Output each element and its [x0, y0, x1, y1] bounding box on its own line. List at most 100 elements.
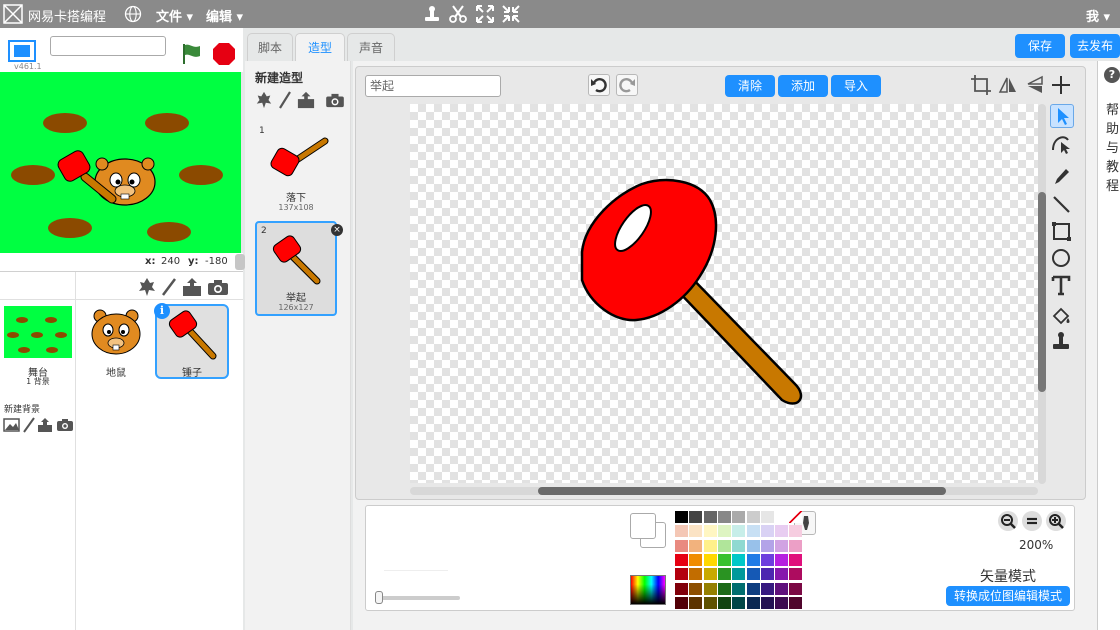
duplicate-stamp-icon[interactable]	[422, 4, 442, 24]
horizontal-scrollbar[interactable]	[410, 487, 1038, 495]
color-swatch[interactable]	[689, 553, 703, 566]
color-swatch[interactable]	[703, 596, 717, 609]
stop-icon[interactable]	[212, 42, 236, 66]
color-swatch[interactable]	[689, 539, 703, 552]
color-swatch[interactable]	[732, 553, 746, 566]
undo-button[interactable]	[588, 74, 610, 96]
color-swatch[interactable]	[675, 568, 688, 581]
backdrop-library-icon[interactable]	[3, 418, 20, 432]
stage-canvas[interactable]	[0, 72, 241, 253]
color-swatch[interactable]	[775, 568, 789, 581]
color-swatch[interactable]	[789, 525, 803, 538]
color-swatch[interactable]	[760, 553, 774, 566]
color-swatch[interactable]	[760, 596, 774, 609]
drawing-canvas[interactable]	[410, 104, 1038, 483]
upload-costume-icon[interactable]	[297, 91, 315, 109]
fill-tool[interactable]	[1050, 306, 1074, 330]
color-swatch[interactable]	[717, 511, 731, 523]
rectangle-tool[interactable]	[1050, 220, 1074, 244]
color-swatch[interactable]	[789, 582, 803, 595]
select-tool[interactable]	[1050, 104, 1074, 128]
color-swatch[interactable]	[703, 525, 717, 538]
delete-costume-icon[interactable]: ×	[331, 224, 343, 236]
primary-color-swatch[interactable]	[630, 513, 656, 539]
convert-to-bitmap-button[interactable]: 转换成位图编辑模式	[946, 586, 1070, 606]
color-swatch[interactable]	[760, 582, 774, 595]
color-swatch[interactable]	[746, 568, 760, 581]
color-swatch[interactable]	[760, 511, 774, 523]
upload-backdrop-icon[interactable]	[37, 417, 53, 433]
horizontal-scroll-thumb[interactable]	[538, 487, 946, 495]
paint-backdrop-icon[interactable]	[22, 417, 36, 433]
tab-costumes[interactable]: 造型	[295, 33, 345, 61]
stroke-width-handle[interactable]	[375, 591, 383, 604]
sprite-tile-mole[interactable]: 地鼠	[80, 304, 152, 379]
color-swatch[interactable]	[732, 568, 746, 581]
color-swatch[interactable]	[717, 553, 731, 566]
color-swatch[interactable]	[717, 568, 731, 581]
color-swatch[interactable]	[717, 596, 731, 609]
color-swatch[interactable]	[689, 582, 703, 595]
line-tool[interactable]	[1050, 193, 1074, 217]
fullscreen-icon[interactable]	[8, 40, 36, 62]
zoom-reset-button[interactable]	[1022, 511, 1042, 531]
color-swatch[interactable]	[732, 582, 746, 595]
zoom-in-button[interactable]	[1046, 511, 1066, 531]
pencil-tool[interactable]	[1050, 166, 1074, 190]
paint-costume-icon[interactable]	[278, 91, 292, 109]
crop-button[interactable]	[970, 74, 992, 96]
color-swatch[interactable]	[703, 553, 717, 566]
color-swatch[interactable]	[717, 539, 731, 552]
ellipse-tool[interactable]	[1050, 247, 1074, 271]
green-flag-icon[interactable]	[180, 42, 204, 66]
costume-item-1[interactable]: 1 落下 137x108	[255, 123, 337, 217]
camera-backdrop-icon[interactable]	[56, 418, 74, 432]
camera-sprite-icon[interactable]	[207, 279, 229, 296]
color-swatch[interactable]	[775, 525, 789, 538]
color-swatch[interactable]	[760, 525, 774, 538]
color-swatch[interactable]	[689, 525, 703, 538]
paint-sprite-icon[interactable]	[160, 277, 178, 297]
logo-icon[interactable]	[3, 4, 23, 24]
flip-vertical-button[interactable]	[1024, 74, 1046, 96]
zoom-out-button[interactable]	[998, 511, 1018, 531]
color-swatch[interactable]	[703, 539, 717, 552]
color-swatch[interactable]	[675, 539, 688, 552]
collapse-stage-handle[interactable]	[235, 254, 245, 270]
color-swatch[interactable]	[717, 582, 731, 595]
stroke-width-slider[interactable]	[376, 596, 460, 600]
language-globe-icon[interactable]	[124, 5, 142, 23]
color-swatch[interactable]	[789, 553, 803, 566]
text-tool[interactable]	[1050, 274, 1074, 298]
costume-item-2[interactable]: 2 举起 126x127	[255, 221, 337, 316]
brand-name[interactable]: 网易卡搭编程	[28, 6, 106, 25]
color-swatch[interactable]	[689, 568, 703, 581]
add-button[interactable]: 添加	[778, 75, 828, 97]
grow-icon[interactable]	[475, 4, 495, 24]
color-swatch[interactable]	[789, 539, 803, 552]
set-center-button[interactable]	[1050, 74, 1072, 96]
save-button[interactable]: 保存	[1015, 34, 1065, 58]
no-color-swatch[interactable]	[789, 511, 803, 523]
publish-button[interactable]: 去发布	[1070, 34, 1120, 58]
costume-library-icon[interactable]	[255, 91, 273, 109]
color-swatch[interactable]	[775, 539, 789, 552]
help-tutorial-label[interactable]: 帮助与教程	[1106, 101, 1120, 196]
color-swatch[interactable]	[675, 525, 688, 538]
color-swatch[interactable]	[732, 511, 746, 523]
clear-button[interactable]: 清除	[725, 75, 775, 97]
vertical-scrollbar[interactable]	[1038, 104, 1046, 484]
shrink-icon[interactable]	[501, 4, 521, 24]
color-swatch[interactable]	[703, 511, 717, 523]
menu-file[interactable]: 文件 ▾	[156, 6, 193, 25]
color-swatch[interactable]	[775, 511, 789, 523]
color-swatch[interactable]	[732, 539, 746, 552]
color-swatch[interactable]	[675, 511, 688, 523]
delete-scissors-icon[interactable]	[448, 4, 468, 24]
camera-costume-icon[interactable]	[325, 93, 345, 108]
color-swatch[interactable]	[746, 596, 760, 609]
color-swatch[interactable]	[675, 582, 688, 595]
menu-edit[interactable]: 编辑 ▾	[206, 6, 243, 25]
color-swatch[interactable]	[746, 511, 760, 523]
color-swatch[interactable]	[675, 553, 688, 566]
